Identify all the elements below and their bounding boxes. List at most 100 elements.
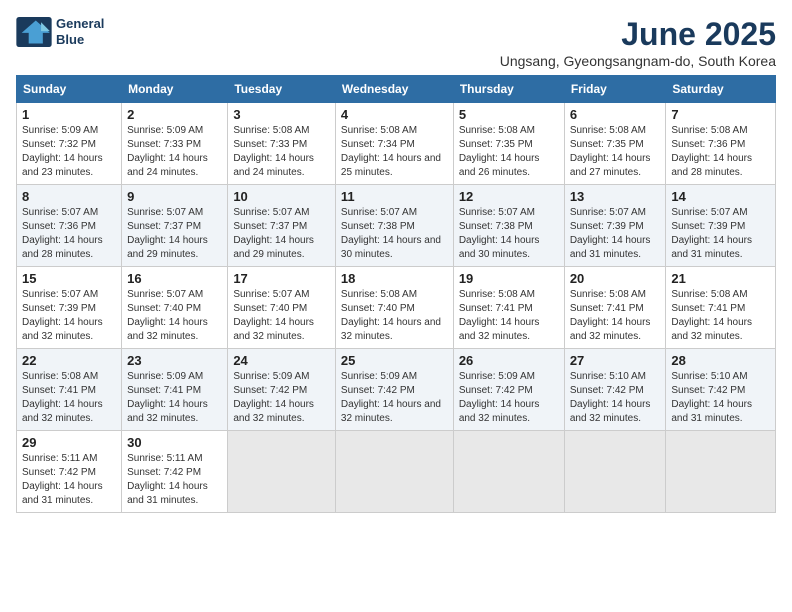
day-cell: 9 Sunrise: 5:07 AMSunset: 7:37 PMDayligh… bbox=[122, 185, 228, 267]
day-cell: 19 Sunrise: 5:08 AMSunset: 7:41 PMDaylig… bbox=[453, 267, 564, 349]
day-cell: 23 Sunrise: 5:09 AMSunset: 7:41 PMDaylig… bbox=[122, 349, 228, 431]
day-number: 5 bbox=[459, 107, 559, 122]
day-number: 1 bbox=[22, 107, 116, 122]
header-row: SundayMondayTuesdayWednesdayThursdayFrid… bbox=[17, 76, 776, 103]
day-info: Sunrise: 5:08 AMSunset: 7:41 PMDaylight:… bbox=[459, 289, 540, 342]
header: General Blue June 2025 Ungsang, Gyeongsa… bbox=[16, 16, 776, 69]
week-row-3: 15 Sunrise: 5:07 AMSunset: 7:39 PMDaylig… bbox=[17, 267, 776, 349]
header-cell-monday: Monday bbox=[122, 76, 228, 103]
day-info: Sunrise: 5:07 AMSunset: 7:39 PMDaylight:… bbox=[22, 289, 103, 342]
day-cell: 30 Sunrise: 5:11 AMSunset: 7:42 PMDaylig… bbox=[122, 431, 228, 513]
day-info: Sunrise: 5:08 AMSunset: 7:33 PMDaylight:… bbox=[233, 125, 314, 178]
day-cell: 2 Sunrise: 5:09 AMSunset: 7:33 PMDayligh… bbox=[122, 103, 228, 185]
day-info: Sunrise: 5:09 AMSunset: 7:42 PMDaylight:… bbox=[459, 371, 540, 424]
day-number: 4 bbox=[341, 107, 448, 122]
day-cell: 24 Sunrise: 5:09 AMSunset: 7:42 PMDaylig… bbox=[228, 349, 336, 431]
day-cell bbox=[564, 431, 666, 513]
day-info: Sunrise: 5:09 AMSunset: 7:32 PMDaylight:… bbox=[22, 125, 103, 178]
day-cell: 1 Sunrise: 5:09 AMSunset: 7:32 PMDayligh… bbox=[17, 103, 122, 185]
day-cell: 14 Sunrise: 5:07 AMSunset: 7:39 PMDaylig… bbox=[666, 185, 776, 267]
month-title: June 2025 bbox=[500, 16, 776, 53]
day-number: 26 bbox=[459, 353, 559, 368]
week-row-2: 8 Sunrise: 5:07 AMSunset: 7:36 PMDayligh… bbox=[17, 185, 776, 267]
header-cell-sunday: Sunday bbox=[17, 76, 122, 103]
day-cell: 22 Sunrise: 5:08 AMSunset: 7:41 PMDaylig… bbox=[17, 349, 122, 431]
day-cell: 7 Sunrise: 5:08 AMSunset: 7:36 PMDayligh… bbox=[666, 103, 776, 185]
day-cell: 16 Sunrise: 5:07 AMSunset: 7:40 PMDaylig… bbox=[122, 267, 228, 349]
day-number: 2 bbox=[127, 107, 222, 122]
day-info: Sunrise: 5:10 AMSunset: 7:42 PMDaylight:… bbox=[671, 371, 752, 424]
day-info: Sunrise: 5:10 AMSunset: 7:42 PMDaylight:… bbox=[570, 371, 651, 424]
day-cell: 28 Sunrise: 5:10 AMSunset: 7:42 PMDaylig… bbox=[666, 349, 776, 431]
day-cell: 21 Sunrise: 5:08 AMSunset: 7:41 PMDaylig… bbox=[666, 267, 776, 349]
day-number: 20 bbox=[570, 271, 661, 286]
day-info: Sunrise: 5:08 AMSunset: 7:41 PMDaylight:… bbox=[22, 371, 103, 424]
week-row-1: 1 Sunrise: 5:09 AMSunset: 7:32 PMDayligh… bbox=[17, 103, 776, 185]
day-number: 14 bbox=[671, 189, 770, 204]
day-info: Sunrise: 5:09 AMSunset: 7:33 PMDaylight:… bbox=[127, 125, 208, 178]
day-number: 12 bbox=[459, 189, 559, 204]
logo: General Blue bbox=[16, 16, 104, 47]
day-cell: 10 Sunrise: 5:07 AMSunset: 7:37 PMDaylig… bbox=[228, 185, 336, 267]
logo-text: General Blue bbox=[56, 16, 104, 47]
day-number: 19 bbox=[459, 271, 559, 286]
day-cell: 3 Sunrise: 5:08 AMSunset: 7:33 PMDayligh… bbox=[228, 103, 336, 185]
day-number: 21 bbox=[671, 271, 770, 286]
day-cell bbox=[228, 431, 336, 513]
day-number: 25 bbox=[341, 353, 448, 368]
day-number: 22 bbox=[22, 353, 116, 368]
day-cell: 17 Sunrise: 5:07 AMSunset: 7:40 PMDaylig… bbox=[228, 267, 336, 349]
day-cell bbox=[453, 431, 564, 513]
day-info: Sunrise: 5:11 AMSunset: 7:42 PMDaylight:… bbox=[127, 453, 208, 506]
day-cell: 12 Sunrise: 5:07 AMSunset: 7:38 PMDaylig… bbox=[453, 185, 564, 267]
week-row-4: 22 Sunrise: 5:08 AMSunset: 7:41 PMDaylig… bbox=[17, 349, 776, 431]
day-info: Sunrise: 5:07 AMSunset: 7:39 PMDaylight:… bbox=[570, 207, 651, 260]
title-area: June 2025 Ungsang, Gyeongsangnam-do, Sou… bbox=[500, 16, 776, 69]
day-number: 9 bbox=[127, 189, 222, 204]
day-info: Sunrise: 5:07 AMSunset: 7:37 PMDaylight:… bbox=[127, 207, 208, 260]
day-cell: 15 Sunrise: 5:07 AMSunset: 7:39 PMDaylig… bbox=[17, 267, 122, 349]
day-info: Sunrise: 5:09 AMSunset: 7:41 PMDaylight:… bbox=[127, 371, 208, 424]
day-number: 29 bbox=[22, 435, 116, 450]
day-number: 10 bbox=[233, 189, 330, 204]
day-info: Sunrise: 5:07 AMSunset: 7:36 PMDaylight:… bbox=[22, 207, 103, 260]
day-cell: 4 Sunrise: 5:08 AMSunset: 7:34 PMDayligh… bbox=[335, 103, 453, 185]
header-cell-thursday: Thursday bbox=[453, 76, 564, 103]
day-info: Sunrise: 5:09 AMSunset: 7:42 PMDaylight:… bbox=[341, 371, 441, 424]
day-number: 13 bbox=[570, 189, 661, 204]
day-cell: 20 Sunrise: 5:08 AMSunset: 7:41 PMDaylig… bbox=[564, 267, 666, 349]
day-number: 8 bbox=[22, 189, 116, 204]
day-cell: 5 Sunrise: 5:08 AMSunset: 7:35 PMDayligh… bbox=[453, 103, 564, 185]
week-row-5: 29 Sunrise: 5:11 AMSunset: 7:42 PMDaylig… bbox=[17, 431, 776, 513]
day-info: Sunrise: 5:08 AMSunset: 7:34 PMDaylight:… bbox=[341, 125, 441, 178]
day-info: Sunrise: 5:07 AMSunset: 7:37 PMDaylight:… bbox=[233, 207, 314, 260]
day-cell: 11 Sunrise: 5:07 AMSunset: 7:38 PMDaylig… bbox=[335, 185, 453, 267]
day-cell: 25 Sunrise: 5:09 AMSunset: 7:42 PMDaylig… bbox=[335, 349, 453, 431]
header-cell-tuesday: Tuesday bbox=[228, 76, 336, 103]
day-cell: 6 Sunrise: 5:08 AMSunset: 7:35 PMDayligh… bbox=[564, 103, 666, 185]
day-cell bbox=[666, 431, 776, 513]
day-number: 28 bbox=[671, 353, 770, 368]
subtitle: Ungsang, Gyeongsangnam-do, South Korea bbox=[500, 53, 776, 69]
day-cell: 8 Sunrise: 5:07 AMSunset: 7:36 PMDayligh… bbox=[17, 185, 122, 267]
day-number: 27 bbox=[570, 353, 661, 368]
day-number: 17 bbox=[233, 271, 330, 286]
header-cell-saturday: Saturday bbox=[666, 76, 776, 103]
day-info: Sunrise: 5:08 AMSunset: 7:35 PMDaylight:… bbox=[570, 125, 651, 178]
day-number: 15 bbox=[22, 271, 116, 286]
day-cell: 26 Sunrise: 5:09 AMSunset: 7:42 PMDaylig… bbox=[453, 349, 564, 431]
day-info: Sunrise: 5:07 AMSunset: 7:38 PMDaylight:… bbox=[459, 207, 540, 260]
day-info: Sunrise: 5:08 AMSunset: 7:41 PMDaylight:… bbox=[570, 289, 651, 342]
day-cell: 13 Sunrise: 5:07 AMSunset: 7:39 PMDaylig… bbox=[564, 185, 666, 267]
day-info: Sunrise: 5:07 AMSunset: 7:38 PMDaylight:… bbox=[341, 207, 441, 260]
day-info: Sunrise: 5:09 AMSunset: 7:42 PMDaylight:… bbox=[233, 371, 314, 424]
logo-icon bbox=[16, 17, 52, 47]
day-number: 24 bbox=[233, 353, 330, 368]
day-info: Sunrise: 5:07 AMSunset: 7:40 PMDaylight:… bbox=[233, 289, 314, 342]
day-number: 16 bbox=[127, 271, 222, 286]
day-info: Sunrise: 5:07 AMSunset: 7:40 PMDaylight:… bbox=[127, 289, 208, 342]
day-number: 6 bbox=[570, 107, 661, 122]
day-number: 18 bbox=[341, 271, 448, 286]
day-info: Sunrise: 5:08 AMSunset: 7:36 PMDaylight:… bbox=[671, 125, 752, 178]
day-info: Sunrise: 5:07 AMSunset: 7:39 PMDaylight:… bbox=[671, 207, 752, 260]
